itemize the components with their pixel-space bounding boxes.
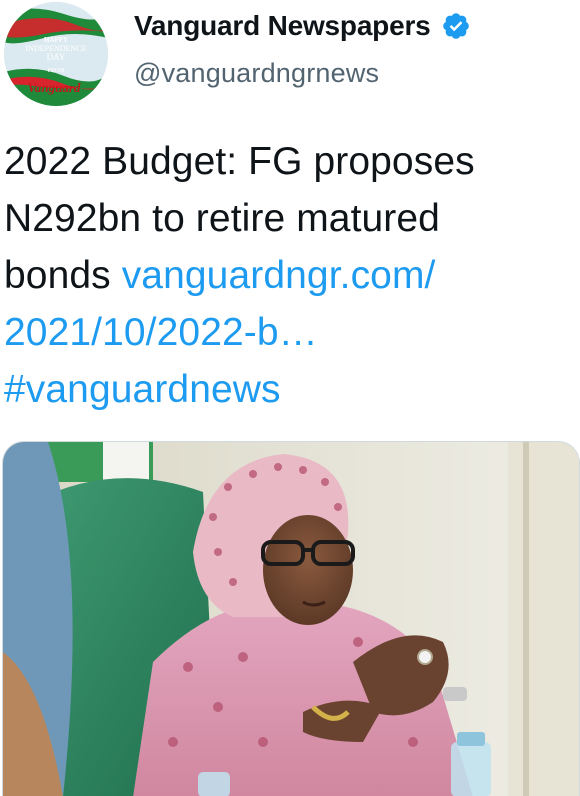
independence-day-avatar-icon: HAPPY INDEPENDENCE DAY FROM Vanguard [4,2,108,106]
tweet-text: 2022 Budget: FG proposes N292bn to retir… [4,133,574,418]
tweet-header: HAPPY INDEPENDENCE DAY FROM Vanguard Van… [0,0,580,110]
display-name-row[interactable]: Vanguard Newspapers [134,8,471,44]
tweet-photo-image [3,442,579,796]
tweet-text-line-1: 2022 Budget: FG proposes [4,140,475,183]
display-name[interactable]: Vanguard Newspapers [134,10,431,42]
account-avatar[interactable]: HAPPY INDEPENDENCE DAY FROM Vanguard [4,2,108,106]
tweet-text-bonds: bonds [4,254,122,297]
avatar-text-from: FROM [47,68,65,74]
tweet-photo[interactable] [2,441,580,796]
avatar-text-day: DAY [47,52,66,62]
account-handle[interactable]: @vanguardngrnews [134,58,379,89]
tweet-text-line-3: bonds vanguardngr.com/ [4,247,574,304]
article-link-part-2[interactable]: 2021/10/2022-b… [4,304,574,361]
article-link-part-1[interactable]: vanguardngr.com/ [122,254,436,297]
avatar-text-happy: HAPPY [44,36,68,44]
verified-badge-icon [441,11,471,41]
hashtag-link[interactable]: #vanguardnews [4,361,574,418]
avatar-text-vanguard: Vanguard [28,80,81,95]
tweet-text-line-2: N292bn to retire matured [4,197,440,240]
